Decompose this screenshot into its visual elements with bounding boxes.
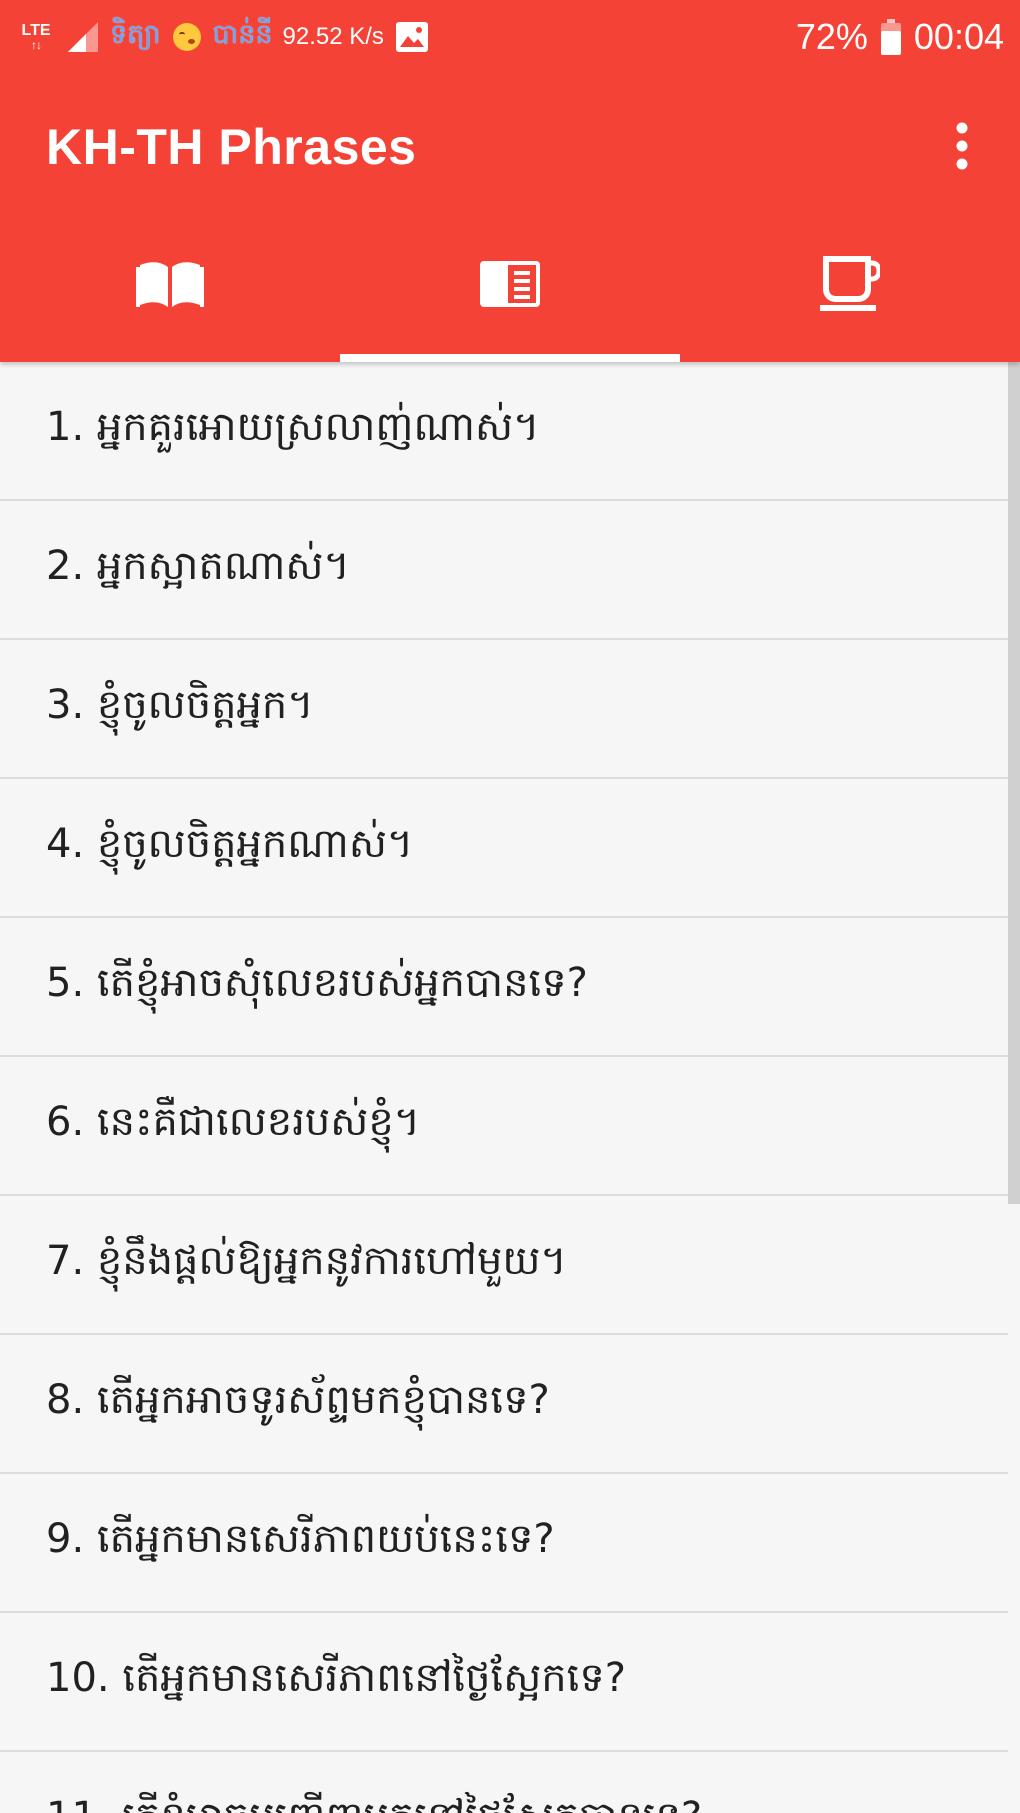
- battery-percent: 72%: [795, 16, 868, 57]
- phrase-text: 2. អ្នកស្អាតណាស់។: [46, 543, 350, 589]
- list-item[interactable]: 4. ខ្ញុំចូលចិត្តអ្នកណាស់។: [0, 779, 1008, 918]
- more-options-button[interactable]: [930, 108, 994, 188]
- phrase-text: 9. តើអ្នកមានសេរីភាពយប់នេះទេ?: [46, 1516, 555, 1562]
- network-type: LTE: [21, 22, 51, 39]
- carrier-name-part2: បាន់នី: [212, 18, 273, 50]
- status-bar: LTE ↑↓ ទិត្យា បាន់នី 92.52 K/s 72% 00:04: [0, 0, 1020, 74]
- coffee-cup-icon: [820, 255, 882, 317]
- carrier-name-part1: ទិត្យា: [110, 18, 161, 50]
- kiss-emoji-icon: [172, 23, 201, 51]
- status-right: 72% 00:04: [796, 16, 1004, 58]
- signal-icon: [66, 20, 100, 54]
- list-item[interactable]: 8. តើអ្នកអាចទូរស័ព្ទមកខ្ញុំបានទេ?: [0, 1335, 1008, 1474]
- list-item[interactable]: 11. តើខ្ញុំអាចអញ្ជើញអ្នកនៅថ្ងៃស្អែកបានទេ…: [0, 1752, 1008, 1813]
- list-item[interactable]: 7. ខ្ញុំនឹងផ្តល់ឱ្យអ្នកនូវការហៅមួយ។: [0, 1196, 1008, 1335]
- list-item[interactable]: 6. នេះគឺជាលេខរបស់ខ្ញុំ។: [0, 1057, 1008, 1196]
- phrase-text: 11. តើខ្ញុំអាចអញ្ជើញអ្នកនៅថ្ងៃស្អែកបានទេ…: [46, 1791, 702, 1813]
- open-book-icon: [136, 259, 204, 313]
- app-bar: KH-TH Phrases: [0, 74, 1020, 226]
- list-item[interactable]: 9. តើអ្នកមានសេរីភាពយប់នេះទេ?: [0, 1474, 1008, 1613]
- battery-icon: [880, 18, 902, 56]
- phrase-list: 1. អ្នកគួរអោយស្រលាញ់ណាស់។ 2. អ្នកស្អាតណា…: [0, 362, 1008, 1813]
- list-item[interactable]: 10. តើអ្នកមានសេរីភាពនៅថ្ងៃស្អែកទេ?: [0, 1613, 1008, 1752]
- lte-icon: LTE ↑↓: [16, 17, 56, 57]
- scrollbar[interactable]: [1008, 362, 1020, 1204]
- tab-book[interactable]: [0, 226, 340, 362]
- screen: LTE ↑↓ ទិត្យា បាន់នី 92.52 K/s 72% 00:04…: [0, 0, 1020, 1813]
- tab-bar: [0, 226, 1020, 362]
- phrase-text: 4. ខ្ញុំចូលចិត្តអ្នកណាស់។: [46, 821, 414, 867]
- phrase-text: 1. អ្នកគួរអោយស្រលាញ់ណាស់។: [46, 404, 540, 450]
- app-title: KH-TH Phrases: [46, 119, 417, 175]
- list-item[interactable]: 1. អ្នកគួរអោយស្រលាញ់ណាស់។: [0, 362, 1008, 501]
- status-left: LTE ↑↓ ទិត្យា បាន់នី 92.52 K/s: [16, 17, 430, 57]
- tab-coffee[interactable]: [680, 226, 1020, 362]
- image-notification-icon: [394, 20, 430, 54]
- reader-icon: [478, 259, 542, 313]
- data-arrows-icon: ↑↓: [31, 38, 42, 52]
- phrase-text: 10. តើអ្នកមានសេរីភាពនៅថ្ងៃស្អែកទេ?: [46, 1655, 626, 1701]
- more-vert-icon: [954, 122, 970, 174]
- list-item[interactable]: 3. ខ្ញុំចូលចិត្តអ្នក។: [0, 640, 1008, 779]
- list-item[interactable]: 5. តើខ្ញុំអាចសុំលេខរបស់អ្នកបានទេ?: [0, 918, 1008, 1057]
- phrase-text: 3. ខ្ញុំចូលចិត្តអ្នក។: [46, 682, 314, 728]
- phrase-text: 7. ខ្ញុំនឹងផ្តល់ឱ្យអ្នកនូវការហៅមួយ។: [46, 1238, 567, 1284]
- phrase-text: 6. នេះគឺជាលេខរបស់ខ្ញុំ។: [46, 1099, 421, 1145]
- clock: 00:04: [913, 16, 1004, 57]
- list-item[interactable]: 2. អ្នកស្អាតណាស់។: [0, 501, 1008, 640]
- phrase-text: 5. តើខ្ញុំអាចសុំលេខរបស់អ្នកបានទេ?: [46, 960, 588, 1006]
- net-speed: 92.52 K/s: [282, 23, 384, 50]
- phrase-text: 8. តើអ្នកអាចទូរស័ព្ទមកខ្ញុំបានទេ?: [46, 1377, 550, 1423]
- tab-phrases[interactable]: [340, 226, 680, 362]
